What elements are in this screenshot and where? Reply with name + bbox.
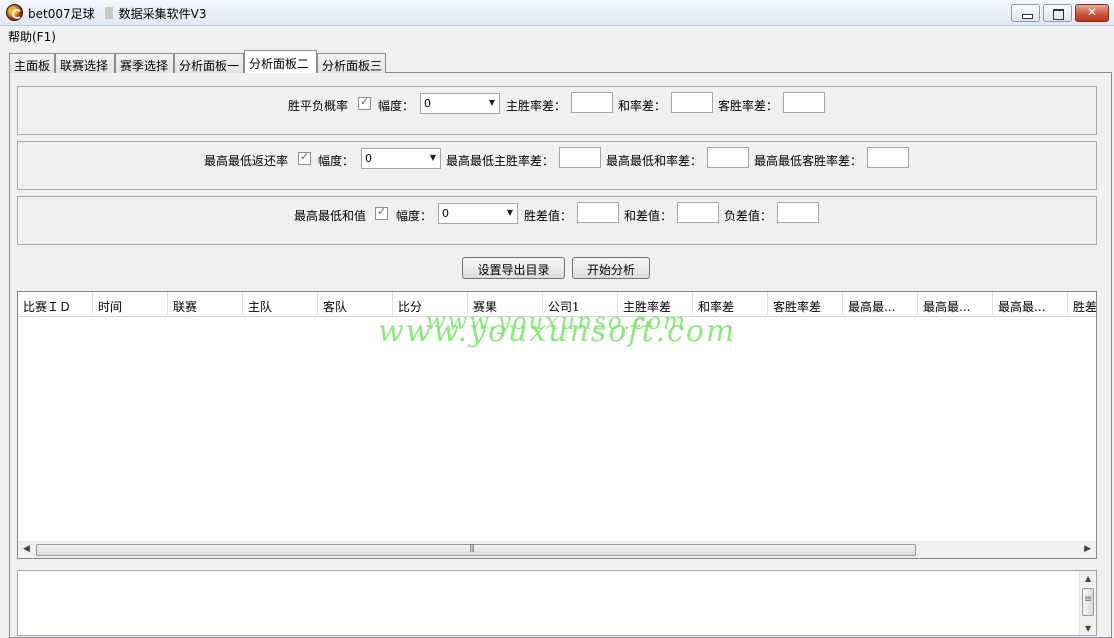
horizontal-scrollbar[interactable]: ◀ ▶ [18, 541, 1096, 558]
max-min-home-win-rate-diff-label: 最高最低主胜率差： [446, 154, 555, 168]
home-win-rate-diff-input[interactable] [571, 92, 613, 113]
column-header[interactable]: 最高最... [843, 292, 918, 317]
minimize-button[interactable] [1011, 4, 1040, 22]
window-title: bet007足球 数据采集软件V3 [28, 5, 206, 22]
range-select-value: 0 [365, 152, 372, 165]
win-diff-label: 胜差值： [524, 209, 573, 223]
menu-help[interactable]: 帮助(F1) [8, 28, 56, 45]
log-textarea[interactable]: ▲ ▼ [17, 570, 1097, 636]
max-min-sum-group: 最高最低和值 幅度： 0 胜差值： 和差值： 负差值： [17, 196, 1097, 245]
max-min-away-win-rate-diff-input[interactable] [867, 147, 909, 168]
range-label: 幅度： [396, 209, 433, 223]
home-win-rate-diff-label: 主胜率差： [506, 99, 567, 113]
range-select-value: 0 [442, 207, 449, 220]
title-bar: bet007足球 数据采集软件V3 [0, 0, 1114, 26]
column-header[interactable]: 联赛 [168, 292, 243, 317]
away-win-rate-diff-input[interactable] [783, 92, 825, 113]
range-select-value: 0 [424, 97, 431, 110]
loss-diff-input[interactable] [777, 202, 819, 223]
column-header[interactable]: 客胜率差 [768, 292, 843, 317]
scroll-down-icon[interactable]: ▼ [1085, 624, 1091, 633]
max-min-away-win-rate-diff-label: 最高最低客胜率差： [754, 154, 863, 168]
column-header[interactable]: 最高最... [993, 292, 1068, 317]
tab-analysis-3[interactable]: 分析面板三 [317, 53, 386, 73]
range-select[interactable]: 0 [438, 203, 518, 224]
results-grid[interactable]: 比赛ＩＤ 时间 联赛 主队 客队 比分 赛果 公司1 主胜率差 和率差 客胜率差… [17, 291, 1097, 559]
win-draw-loss-checkbox[interactable] [358, 95, 371, 110]
app-subtitle: 数据采集软件V3 [118, 7, 207, 21]
set-export-directory-button[interactable]: 设置导出目录 [462, 257, 565, 279]
watermark-text: www.youxunsoft.com [378, 314, 737, 349]
vertical-scroll-thumb[interactable] [1082, 588, 1094, 616]
max-min-draw-rate-diff-input[interactable] [707, 147, 749, 168]
column-header[interactable]: 主队 [243, 292, 318, 317]
draw-rate-diff-input[interactable] [671, 92, 713, 113]
tab-analysis-1[interactable]: 分析面板一 [174, 53, 244, 73]
scroll-right-icon[interactable]: ▶ [1084, 544, 1091, 554]
max-min-sum-checkbox[interactable] [375, 205, 388, 220]
draw-diff-input[interactable] [677, 202, 719, 223]
column-header[interactable]: 最高最... [918, 292, 993, 317]
menu-bar: 帮助(F1) [0, 26, 1114, 44]
max-min-return-rate-group: 最高最低返还率 幅度： 0 最高最低主胜率差： 最高最低和率差： 最高最低客胜率… [17, 141, 1097, 190]
tab-season-select[interactable]: 赛季选择 [115, 53, 174, 73]
column-header[interactable]: 时间 [93, 292, 168, 317]
draw-rate-diff-label: 和率差： [618, 99, 667, 113]
win-draw-loss-probability-group: 胜平负概率 幅度： 0 主胜率差： 和率差： 客胜率差： [17, 86, 1097, 135]
start-analysis-button[interactable]: 开始分析 [572, 257, 650, 279]
range-label: 幅度： [378, 99, 415, 113]
win-diff-input[interactable] [577, 202, 619, 223]
app-name: bet007足球 [28, 7, 95, 21]
column-header[interactable]: 比赛ＩＤ [18, 292, 93, 317]
tab-main-panel[interactable]: 主面板 [9, 53, 55, 73]
tab-analysis-2[interactable]: 分析面板二 [244, 50, 317, 73]
title-separator [104, 7, 113, 19]
horizontal-scroll-thumb[interactable] [36, 543, 916, 556]
vertical-scrollbar[interactable]: ▲ ▼ [1079, 571, 1096, 635]
scroll-left-icon[interactable]: ◀ [23, 544, 30, 554]
maximize-button[interactable] [1043, 4, 1072, 22]
column-header[interactable]: 胜差 [1068, 292, 1096, 317]
max-min-home-win-rate-diff-input[interactable] [559, 147, 601, 168]
away-win-rate-diff-label: 客胜率差： [718, 99, 779, 113]
max-min-return-rate-label: 最高最低返还率 [204, 154, 289, 168]
close-button[interactable] [1075, 4, 1109, 22]
app-logo-icon [6, 4, 23, 21]
range-select[interactable]: 0 [361, 148, 441, 169]
draw-diff-label: 和差值： [624, 209, 673, 223]
tab-league-select[interactable]: 联赛选择 [55, 53, 115, 73]
scroll-up-icon[interactable]: ▲ [1085, 574, 1091, 583]
max-min-return-rate-checkbox[interactable] [298, 150, 311, 165]
range-select[interactable]: 0 [420, 93, 500, 114]
loss-diff-label: 负差值： [724, 209, 773, 223]
win-draw-loss-label: 胜平负概率 [288, 99, 349, 113]
range-label: 幅度： [318, 154, 355, 168]
max-min-sum-label: 最高最低和值 [294, 209, 367, 223]
max-min-draw-rate-diff-label: 最高最低和率差： [606, 154, 703, 168]
